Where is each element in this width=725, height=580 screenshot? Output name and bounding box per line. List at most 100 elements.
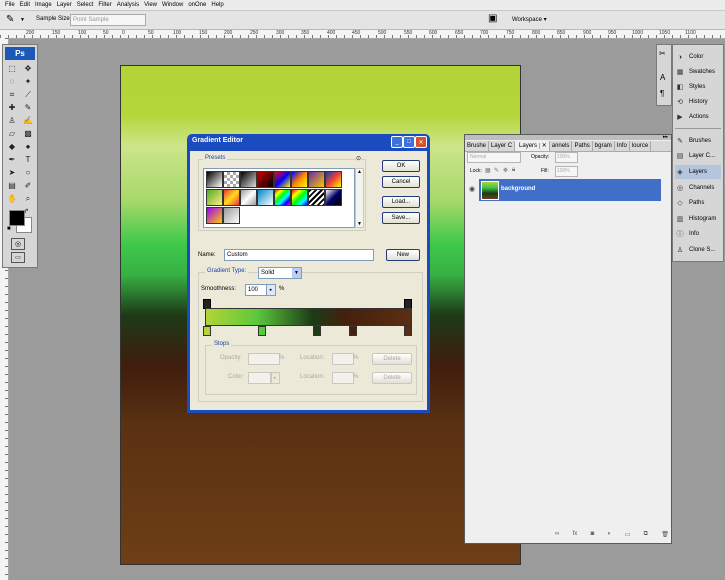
blur-tool-icon[interactable]: ◆ bbox=[6, 141, 18, 152]
gradient-tool-icon[interactable]: ▩ bbox=[22, 128, 34, 139]
tab-clone-source[interactable]: lource bbox=[630, 141, 652, 151]
gradient-type-select[interactable]: Solid ▼ bbox=[258, 267, 302, 279]
menu-view[interactable]: View bbox=[144, 2, 157, 8]
menu-file[interactable]: File bbox=[5, 2, 15, 8]
presets-menu-icon[interactable]: ⊙ bbox=[355, 155, 361, 162]
minimize-icon[interactable]: _ bbox=[391, 136, 403, 148]
layer-row[interactable]: background bbox=[479, 179, 661, 201]
preset-swatch[interactable] bbox=[291, 189, 308, 206]
preset-swatch[interactable] bbox=[308, 189, 325, 206]
scroll-down-icon[interactable]: ▼ bbox=[357, 221, 362, 227]
preset-swatch[interactable] bbox=[240, 189, 257, 206]
dock-item-clone-source[interactable]: ♙ Clone S... bbox=[675, 243, 721, 257]
tab-info[interactable]: Info bbox=[615, 141, 630, 151]
menu-edit[interactable]: Edit bbox=[20, 2, 30, 8]
panel-collapse-icon[interactable]: ▸▸ bbox=[663, 134, 668, 140]
workspace-icon[interactable]: ▣ bbox=[488, 13, 497, 24]
eyedropper-icon[interactable]: ✎ bbox=[6, 14, 14, 25]
menu-filter[interactable]: Filter bbox=[98, 2, 111, 8]
dock-item-layer-comps[interactable]: ▤ Layer C... bbox=[675, 149, 721, 163]
move-tool-icon[interactable]: ✥ bbox=[22, 63, 34, 74]
opacity-input[interactable]: 100% bbox=[555, 152, 578, 163]
zoom-tool-icon[interactable]: ⌕ bbox=[22, 193, 34, 204]
ok-button[interactable]: OK bbox=[382, 160, 420, 172]
preset-swatch[interactable] bbox=[325, 189, 342, 206]
adjustment-layer-icon[interactable]: ◐ bbox=[608, 531, 612, 541]
name-input[interactable]: Custom bbox=[224, 249, 374, 261]
menu-help[interactable]: Help bbox=[211, 2, 223, 8]
marquee-tool-icon[interactable]: ⬚ bbox=[6, 63, 18, 74]
clone-stamp-tool-icon[interactable]: ♙ bbox=[6, 115, 18, 126]
color-stop[interactable] bbox=[313, 326, 321, 336]
blend-mode-select[interactable]: Normal bbox=[467, 152, 521, 163]
color-location-input[interactable] bbox=[332, 372, 354, 384]
color-stop[interactable] bbox=[258, 326, 266, 336]
foreground-color-swatch[interactable] bbox=[9, 210, 25, 226]
path-selection-tool-icon[interactable]: ➤ bbox=[6, 167, 18, 178]
menu-analysis[interactable]: Analysis bbox=[117, 2, 139, 8]
layer-style-icon[interactable]: fx bbox=[573, 531, 578, 541]
save-button[interactable]: Save... bbox=[382, 212, 420, 224]
preset-swatch[interactable] bbox=[206, 207, 223, 224]
notes-tool-icon[interactable]: ▤ bbox=[6, 180, 18, 191]
menu-select[interactable]: Select bbox=[77, 2, 94, 8]
paragraph-icon[interactable]: ¶ bbox=[660, 89, 664, 98]
preset-swatch[interactable] bbox=[223, 189, 240, 206]
type-tool-icon[interactable]: T bbox=[22, 154, 34, 165]
color-stop[interactable] bbox=[404, 326, 412, 336]
stop-color-swatch[interactable] bbox=[248, 372, 272, 384]
delete-opacity-stop-button[interactable]: Delete bbox=[372, 353, 412, 365]
opacity-location-input[interactable] bbox=[332, 353, 354, 365]
preset-swatch[interactable] bbox=[257, 171, 274, 188]
lock-transparency-icon[interactable]: ▦ bbox=[485, 167, 491, 174]
quick-mask-icon[interactable]: ◎ bbox=[11, 238, 25, 250]
new-layer-icon[interactable]: ⧉ bbox=[644, 531, 648, 541]
tab-channels[interactable]: annels bbox=[550, 141, 573, 151]
dock-item-history[interactable]: ⟲ History bbox=[675, 95, 721, 109]
preset-swatch[interactable] bbox=[291, 171, 308, 188]
preset-swatch[interactable] bbox=[274, 171, 291, 188]
menu-onone[interactable]: onOne bbox=[188, 2, 206, 8]
preset-swatch[interactable] bbox=[206, 189, 223, 206]
tab-paths[interactable]: Paths bbox=[572, 141, 593, 151]
shape-tool-icon[interactable]: ○ bbox=[22, 167, 34, 178]
dock-item-brushes[interactable]: ✎ Brushes bbox=[675, 134, 721, 148]
delete-layer-icon[interactable]: 🗑︎ bbox=[661, 531, 669, 541]
new-group-icon[interactable]: ▭ bbox=[625, 531, 631, 541]
hand-tool-icon[interactable]: ✋ bbox=[6, 193, 18, 204]
preset-swatch[interactable] bbox=[206, 171, 223, 188]
delete-color-stop-button[interactable]: Delete bbox=[372, 372, 412, 384]
tool-presets-icon[interactable]: ✂ bbox=[659, 49, 666, 58]
color-stop[interactable] bbox=[203, 326, 211, 336]
menu-window[interactable]: Window bbox=[162, 2, 183, 8]
dock-item-info[interactable]: ⓘ Info bbox=[675, 227, 721, 241]
dock-item-swatches[interactable]: ▦ Swatches bbox=[675, 65, 721, 79]
preset-swatch[interactable] bbox=[274, 189, 291, 206]
tool-preset-arrow-icon[interactable]: ▼ bbox=[20, 17, 25, 23]
dock-item-styles[interactable]: ◧ Styles bbox=[675, 80, 721, 94]
preset-swatch[interactable] bbox=[240, 171, 257, 188]
lock-pixels-icon[interactable]: ✎ bbox=[494, 167, 499, 174]
stop-color-arrow-icon[interactable]: ▸ bbox=[270, 372, 280, 384]
gradient-preview-bar[interactable] bbox=[205, 308, 412, 326]
presets-scrollbar[interactable]: ▲ ▼ bbox=[355, 168, 364, 228]
eyedropper-tool-icon[interactable]: ✐ bbox=[22, 180, 34, 191]
scroll-up-icon[interactable]: ▲ bbox=[357, 169, 362, 175]
layer-mask-icon[interactable]: ◙ bbox=[591, 531, 595, 541]
pen-tool-icon[interactable]: ✒ bbox=[6, 154, 18, 165]
sample-size-select[interactable]: Point Sample bbox=[70, 14, 146, 26]
preset-swatch[interactable] bbox=[223, 171, 240, 188]
maximize-icon[interactable]: □ bbox=[403, 136, 415, 148]
dodge-tool-icon[interactable]: ● bbox=[22, 141, 34, 152]
character-icon[interactable]: A bbox=[660, 73, 665, 82]
magic-wand-tool-icon[interactable]: ✦ bbox=[22, 76, 34, 87]
fill-input[interactable]: 100% bbox=[555, 166, 578, 177]
preset-swatch[interactable] bbox=[308, 171, 325, 188]
tab-layers[interactable]: Layers ✕ bbox=[515, 141, 550, 151]
new-button[interactable]: New bbox=[386, 249, 420, 261]
brush-tool-icon[interactable]: ✎ bbox=[22, 102, 34, 113]
lasso-tool-icon[interactable]: ◌ bbox=[6, 76, 18, 87]
dock-item-histogram[interactable]: ▥ Histogram bbox=[675, 212, 721, 226]
load-button[interactable]: Load... bbox=[382, 196, 420, 208]
screen-mode-icon[interactable]: ▭ bbox=[11, 252, 25, 263]
